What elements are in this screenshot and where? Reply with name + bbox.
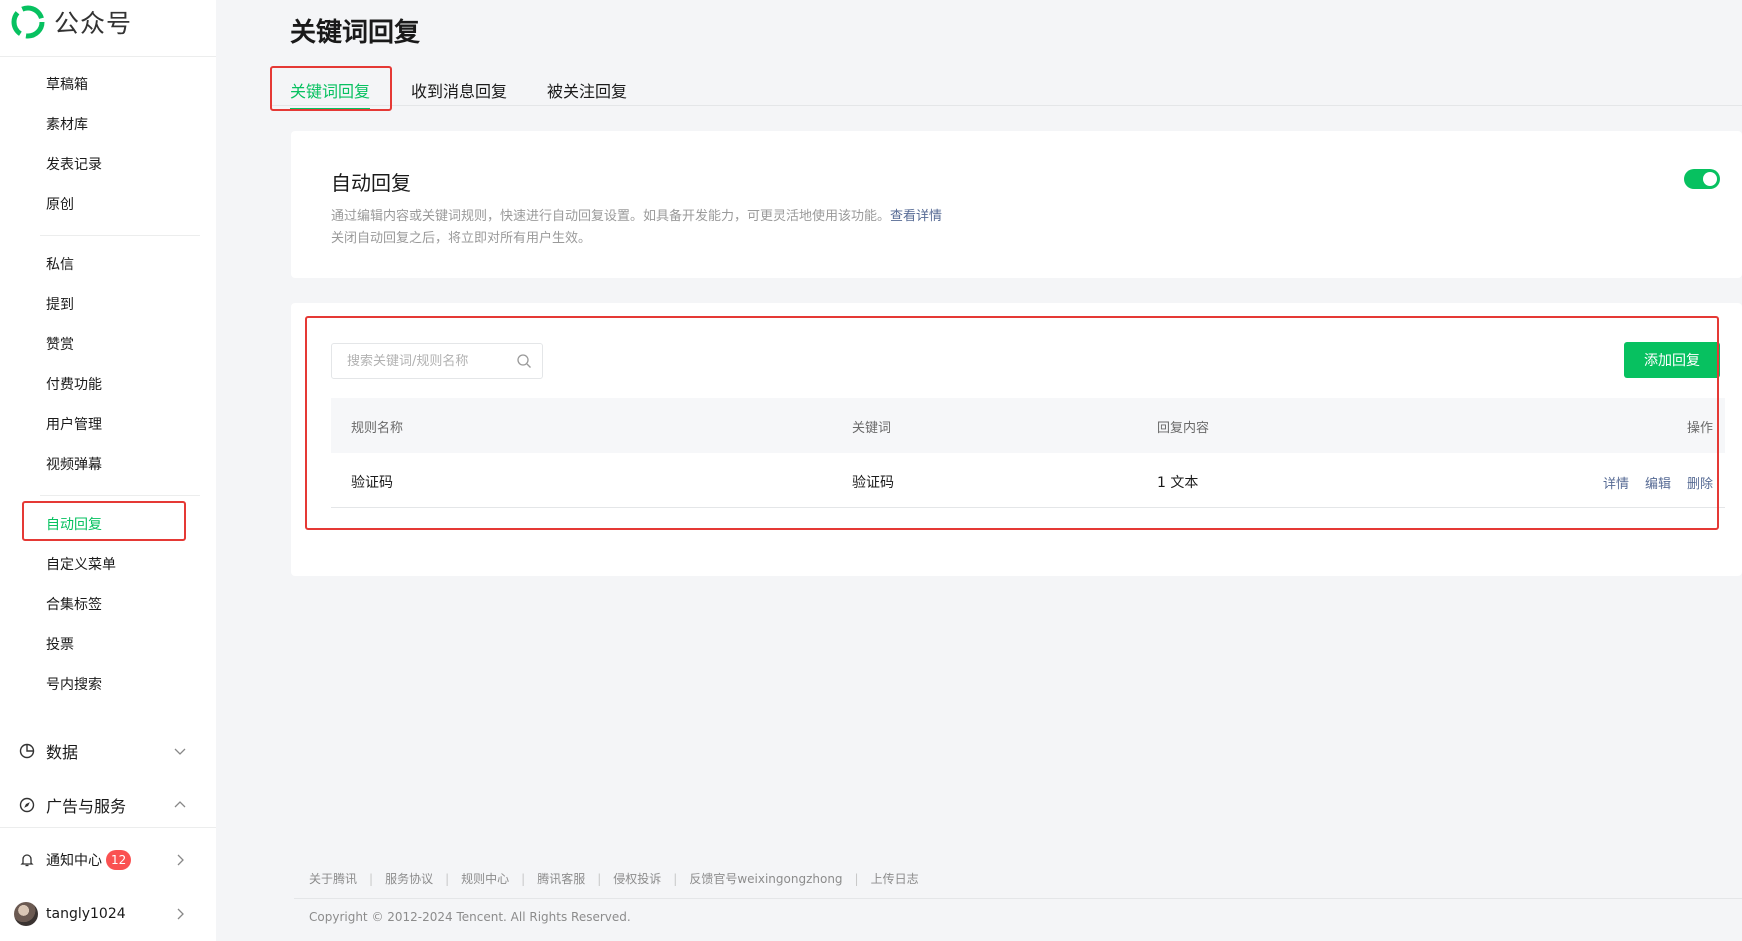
user-account[interactable]: tangly1024 (14, 900, 188, 928)
footer-link-upload-log[interactable]: 上传日志 (871, 870, 919, 887)
chevron-right-icon (177, 854, 184, 866)
auto-reply-description: 通过编辑内容或关键词规则，快速进行自动回复设置。如具备开发能力，可更灵活地使用该… (331, 205, 942, 224)
sidebar-group-label: 数据 (46, 743, 79, 762)
row-detail-link[interactable]: 详情 (1603, 473, 1629, 492)
sidebar-item-rewards[interactable]: 赞赏 (46, 333, 74, 357)
sidebar-item-messages[interactable]: 私信 (46, 253, 74, 277)
tab-follow-reply[interactable]: 被关注回复 (547, 78, 627, 102)
chevron-right-icon (177, 908, 184, 920)
sidebar-item-mentions[interactable]: 提到 (46, 293, 74, 317)
chevron-down-icon (174, 748, 186, 755)
sidebar-item-in-account-search[interactable]: 号内搜索 (46, 673, 102, 697)
sidebar-item-original[interactable]: 原创 (46, 193, 74, 217)
sidebar-group-data[interactable]: 数据 (18, 737, 188, 765)
cell-reply-content: 1 文本 (1157, 475, 1199, 491)
auto-reply-description-text: 通过编辑内容或关键词规则，快速进行自动回复设置。如具备开发能力，可更灵活地使用该… (331, 209, 891, 224)
notification-center[interactable]: 通知中心 12 (18, 846, 188, 874)
cell-rule-name: 验证码 (351, 475, 393, 491)
divider (294, 898, 1742, 899)
footer-link-infringement[interactable]: 侵权投诉 (613, 870, 661, 887)
auto-reply-note: 关闭自动回复之后，将立即对所有用户生效。 (331, 231, 592, 246)
sidebar-item-auto-reply[interactable]: 自动回复 (46, 513, 102, 537)
row-edit-link[interactable]: 编辑 (1645, 473, 1671, 492)
sidebar-item-video-danmaku[interactable]: 视频弹幕 (46, 453, 102, 477)
pie-chart-icon (18, 742, 36, 760)
separator: | (673, 871, 678, 886)
column-header-keyword: 关键词 (852, 421, 892, 436)
add-reply-button[interactable]: 添加回复 (1624, 342, 1720, 378)
footer-link-rules[interactable]: 规则中心 (461, 870, 509, 887)
wechat-official-account-logo-icon (11, 5, 45, 39)
page-title: 关键词回复 (290, 18, 421, 48)
tab-message-reply[interactable]: 收到消息回复 (411, 78, 507, 102)
view-details-link[interactable]: 查看详情 (890, 209, 942, 224)
tab-keyword-reply[interactable]: 关键词回复 (290, 78, 371, 110)
sidebar-item-user-management[interactable]: 用户管理 (46, 413, 102, 437)
app-logo[interactable]: 公众号 (10, 4, 132, 40)
table-header: 规则名称 关键词 回复内容 操作 (331, 398, 1725, 453)
sidebar-item-materials[interactable]: 素材库 (46, 113, 88, 137)
separator: | (369, 871, 374, 886)
separator: | (445, 871, 450, 886)
column-header-operations: 操作 (1686, 421, 1713, 436)
column-header-reply-content: 回复内容 (1157, 421, 1210, 436)
footer-link-feedback[interactable]: 反馈官号weixingongzhong (689, 870, 842, 887)
footer-link-terms[interactable]: 服务协议 (385, 870, 433, 887)
chevron-up-icon (174, 801, 186, 808)
app-name: 公众号 (54, 9, 133, 38)
notification-center-label: 通知中心 (46, 853, 102, 869)
username: tangly1024 (46, 906, 126, 922)
copyright: Copyright © 2012-2024 Tencent. All Right… (309, 910, 631, 924)
search-icon[interactable] (516, 353, 532, 369)
separator: | (521, 871, 526, 886)
separator: | (854, 871, 859, 886)
footer-link-support[interactable]: 腾讯客服 (537, 870, 585, 887)
sidebar-item-vote[interactable]: 投票 (46, 633, 74, 657)
footer-link-about[interactable]: 关于腾讯 (309, 870, 357, 887)
compass-icon (18, 796, 36, 814)
row-delete-link[interactable]: 删除 (1687, 473, 1713, 492)
divider (0, 827, 216, 828)
search-box (331, 343, 543, 379)
divider (40, 235, 200, 236)
sidebar-group-ads-services[interactable]: 广告与服务 (18, 791, 188, 819)
keyword-rules-card: 添加回复 规则名称 关键词 回复内容 操作 验证码 验证码 1 文本 详情 编辑… (291, 303, 1742, 576)
cell-keyword: 验证码 (852, 475, 894, 491)
sidebar-item-collection-tags[interactable]: 合集标签 (46, 593, 102, 617)
separator: | (597, 871, 602, 886)
divider (40, 495, 200, 496)
sidebar-item-custom-menu[interactable]: 自定义菜单 (46, 553, 116, 577)
notification-count-badge: 12 (106, 850, 132, 870)
auto-reply-card: 自动回复 通过编辑内容或关键词规则，快速进行自动回复设置。如具备开发能力，可更灵… (291, 131, 1742, 278)
sidebar: 公众号 草稿箱 素材库 发表记录 原创 私信 提到 赞赏 付费功能 用户管理 视… (0, 0, 216, 941)
sidebar-item-drafts[interactable]: 草稿箱 (46, 73, 88, 97)
table-row: 验证码 验证码 1 文本 详情 编辑 删除 (331, 453, 1725, 508)
bell-icon (18, 851, 36, 869)
footer-links: 关于腾讯 | 服务协议 | 规则中心 | 腾讯客服 | 侵权投诉 | 反馈官号weixin… (309, 870, 919, 887)
sidebar-group-label: 广告与服务 (46, 797, 127, 816)
auto-reply-toggle[interactable] (1684, 169, 1720, 189)
auto-reply-title: 自动回复 (331, 171, 411, 195)
sidebar-item-paid-features[interactable]: 付费功能 (46, 373, 102, 397)
tab-bar: 关键词回复 收到消息回复 被关注回复 (270, 70, 1742, 110)
sidebar-item-publish-records[interactable]: 发表记录 (46, 153, 102, 177)
avatar (14, 902, 38, 926)
divider (0, 56, 216, 57)
search-input[interactable] (347, 353, 507, 369)
column-header-rule-name: 规则名称 (351, 421, 404, 436)
